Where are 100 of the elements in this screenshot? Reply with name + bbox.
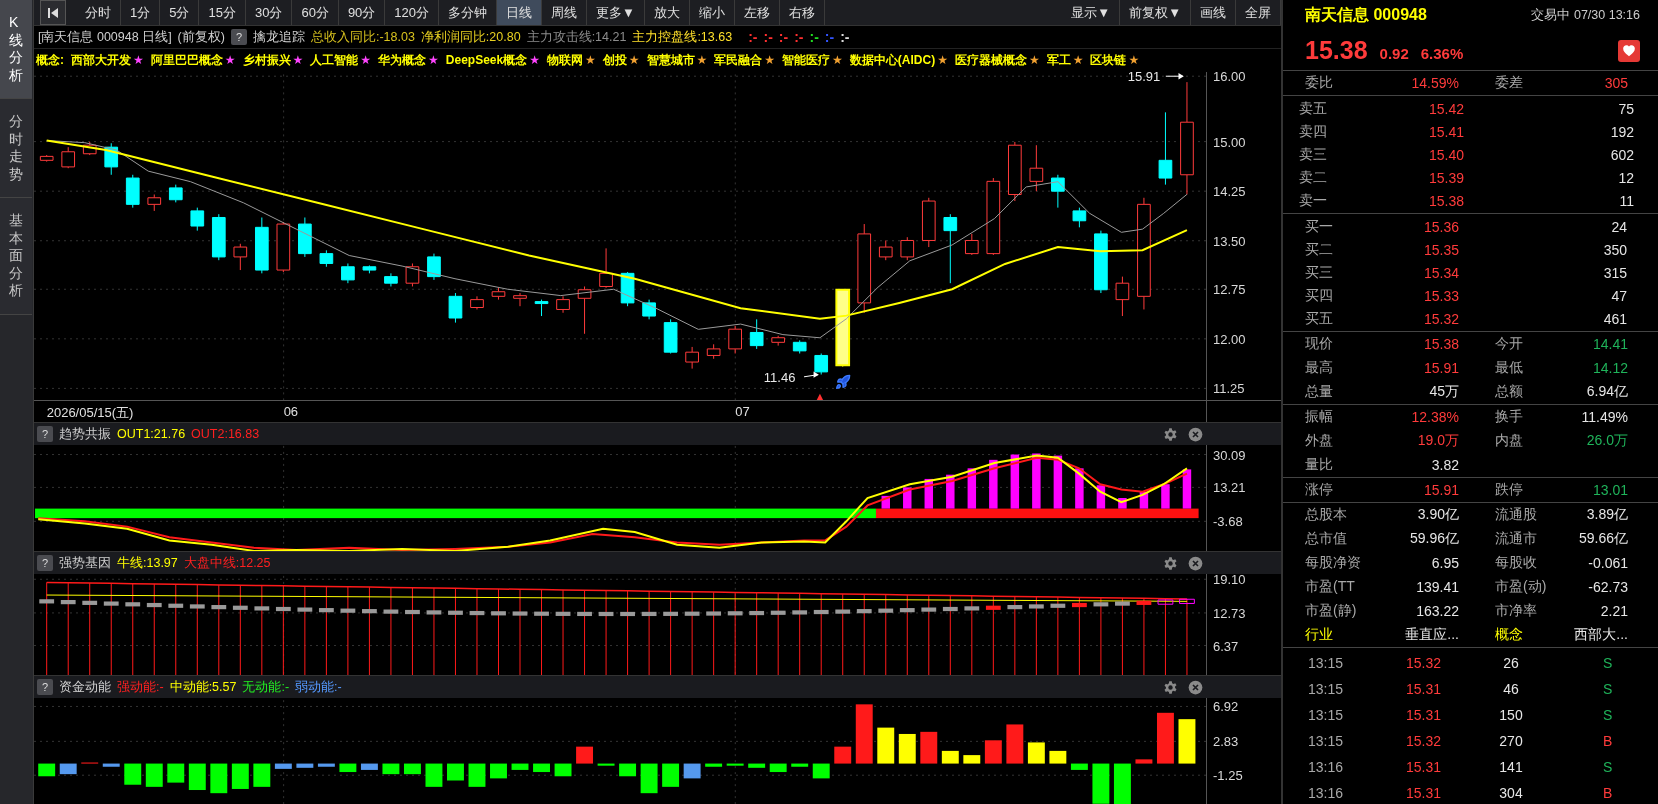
candlestick	[577, 286, 592, 335]
pane-title: 资金动能	[59, 678, 111, 696]
stat-value: 6.94亿	[1585, 383, 1628, 401]
trade-side: S	[1602, 759, 1614, 775]
concept-link[interactable]: 创投	[602, 53, 627, 67]
histogram-bar	[1070, 763, 1088, 770]
concept-link[interactable]: 军工	[1046, 53, 1071, 67]
histogram-bar	[167, 763, 185, 783]
order-level-label: 买五	[1305, 309, 1334, 328]
leader-arrow	[803, 371, 819, 378]
stat-value: 6.95	[1430, 555, 1459, 571]
side-tab[interactable]: 基本面分析	[0, 198, 32, 315]
category-link[interactable]: 西部大...	[1557, 626, 1628, 644]
candlestick	[513, 292, 527, 307]
histogram-bar	[124, 763, 142, 785]
candlestick	[491, 287, 506, 301]
stat-value: 15.38	[1422, 336, 1459, 352]
concept-link[interactable]: 物联网	[546, 53, 583, 67]
candlestick	[706, 343, 721, 360]
settings-icon[interactable]	[1163, 679, 1178, 695]
help-button[interactable]: ?	[37, 426, 53, 442]
trade-volume: 304	[1498, 785, 1524, 801]
trade-side: S	[1602, 681, 1614, 697]
concept-link[interactable]: 人工智能	[310, 53, 359, 67]
settings-icon[interactable]	[1163, 426, 1178, 442]
candlestick	[61, 146, 76, 169]
period-tab[interactable]: 日线	[497, 0, 543, 25]
stat-label: 每股收	[1495, 554, 1538, 572]
order-volume: 461	[1602, 310, 1627, 327]
stat-label: 市盈(动)	[1495, 578, 1548, 596]
trade-price: 15.31	[1404, 785, 1441, 801]
concept-link[interactable]: 医疗器械概念	[954, 53, 1027, 67]
histogram-bar	[662, 763, 680, 787]
concept-link[interactable]: 军民融合	[714, 53, 763, 67]
histogram-bar	[145, 763, 163, 787]
candlestick	[147, 194, 162, 212]
close-icon[interactable]	[1188, 679, 1203, 695]
category-label: 概念	[1495, 626, 1524, 644]
stat-value: 14.59%	[1410, 75, 1459, 91]
star-mark: ★	[292, 53, 304, 67]
help-button[interactable]: ?	[37, 679, 53, 695]
indicator-value: 主力控盘线:13.63	[632, 28, 733, 46]
order-volume: 47	[1610, 287, 1627, 304]
trade-side: B	[1602, 733, 1614, 749]
concept-link[interactable]: 智能医疗	[782, 53, 831, 67]
collapse-button[interactable]	[40, 0, 66, 25]
histogram-bar	[881, 495, 890, 509]
stat-label: 流通市	[1495, 530, 1538, 548]
axis-label: 15.00	[1213, 134, 1246, 150]
stat-label: 总量	[1305, 383, 1334, 401]
concept-link[interactable]: 智慧城市	[646, 53, 695, 67]
concept-link[interactable]: 阿里巴巴概念	[150, 53, 223, 67]
trade-volume: 150	[1498, 707, 1524, 723]
histogram-bar	[1075, 468, 1084, 509]
help-button[interactable]: ?	[37, 555, 53, 571]
stat-label: 总股本	[1305, 506, 1348, 524]
settings-icon[interactable]	[1163, 555, 1178, 571]
concept-link[interactable]: 数据中心(AIDC)	[849, 53, 936, 67]
concept-link[interactable]: 乡村振兴	[242, 53, 291, 67]
stat-label: 量比	[1305, 456, 1334, 474]
side-tab[interactable]: K线分析	[0, 0, 32, 99]
favorite-button[interactable]	[1618, 39, 1640, 62]
axis-label: 13.21	[1213, 479, 1246, 495]
histogram-bar	[468, 763, 486, 787]
trade-side: B	[1602, 785, 1614, 801]
collapse-icon	[47, 6, 59, 19]
candlestick	[599, 247, 613, 289]
candlestick	[168, 184, 183, 203]
indicator-value: OUT2:16.83	[191, 427, 260, 441]
candlestick	[685, 346, 699, 370]
stat-value: 2.21	[1599, 603, 1628, 619]
indicator-value: 净利润同比:20.80	[420, 28, 521, 46]
candlestick	[556, 295, 570, 314]
candlestick	[233, 243, 248, 271]
help-button[interactable]: ?	[230, 29, 247, 45]
histogram-bar	[274, 763, 292, 769]
stat-label: 最高	[1305, 359, 1334, 377]
histogram-bar	[253, 763, 271, 787]
concept-link[interactable]: DeepSeek概念	[445, 53, 528, 67]
side-tab[interactable]: 分时走势	[0, 99, 32, 198]
axis-label: 14.25	[1213, 183, 1246, 199]
concept-link[interactable]: 西部大开发	[71, 53, 131, 67]
histogram-bar	[447, 763, 464, 781]
concept-link[interactable]: 华为概念	[378, 53, 427, 67]
trade-price: 15.31	[1404, 681, 1441, 697]
star-mark: ★	[224, 53, 236, 67]
stat-label: 总市值	[1305, 530, 1348, 548]
histogram-bar	[1182, 469, 1192, 509]
leader-arrow	[1165, 73, 1184, 80]
stat-value: 3.82	[1430, 457, 1459, 473]
axis-label: 12.73	[1213, 605, 1246, 621]
category-link[interactable]: 垂直应...	[1375, 626, 1459, 644]
concept-link[interactable]: 区块链	[1090, 53, 1127, 67]
candlestick	[384, 272, 398, 287]
close-icon[interactable]	[1188, 426, 1203, 442]
stat-value: 13.01	[1591, 482, 1628, 498]
candlestick	[1115, 276, 1130, 317]
close-icon[interactable]	[1188, 555, 1203, 571]
star-mark: ★	[937, 53, 948, 67]
stat-label: 委比	[1305, 74, 1334, 92]
